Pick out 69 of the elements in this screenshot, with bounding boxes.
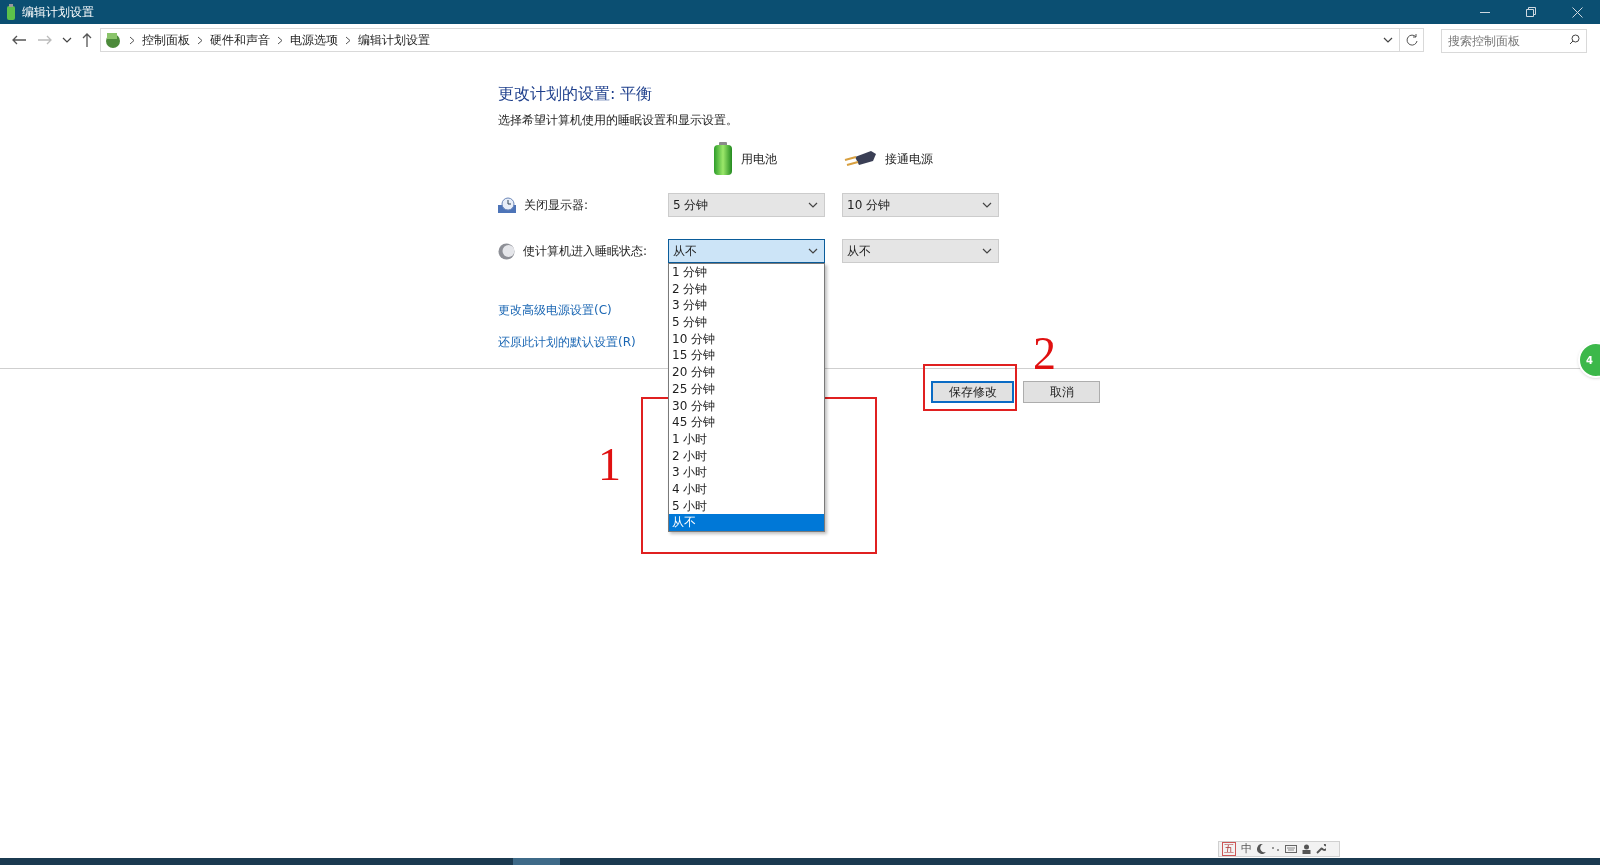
refresh-icon [1405,34,1418,46]
column-header: 接通电源 [885,151,933,168]
breadcrumb-separator-icon [345,35,351,45]
page-heading: 更改计划的设置: 平衡 [498,83,654,105]
dropdown-option[interactable]: 25 分钟 [669,380,824,398]
dropdown-option[interactable]: 30 分钟 [669,397,824,415]
moon-icon[interactable] [1257,844,1266,854]
breadcrumb-separator-icon [129,35,135,45]
breadcrumb-item[interactable]: 编辑计划设置 [358,31,430,49]
dropdown-option[interactable]: 10 分钟 [669,330,824,348]
setting-label: 关闭显示器: [524,197,589,214]
breadcrumb-item[interactable]: 硬件和声音 [210,31,270,49]
person-icon[interactable] [1302,844,1311,854]
back-arrow-icon [12,35,26,45]
dropdown-option[interactable]: 5 分钟 [669,314,824,331]
cancel-button[interactable]: 取消 [1023,381,1100,403]
keyboard-icon[interactable] [1285,845,1297,853]
dropdown-select[interactable]: 从不 [668,239,825,263]
dropdown-option[interactable]: 1 小时 [669,430,824,448]
breadcrumb-item[interactable]: 电源选项 [290,31,338,49]
battery-app-icon [6,4,16,20]
dropdown-option[interactable]: 2 分钟 [669,280,824,298]
ime-language-indicator[interactable]: 中 [1241,843,1252,855]
up-arrow-icon [82,33,92,47]
dropdown-option[interactable]: 45 分钟 [669,414,824,431]
advanced-settings-link[interactable]: 更改高级电源设置(C) [498,302,612,318]
monitor-clock-icon [498,197,516,213]
window-title: 编辑计划设置 [22,4,94,21]
dropdown-select[interactable]: 10 分钟 [842,193,999,217]
dropdown-option[interactable]: 4 小时 [669,480,824,498]
dropdown-option[interactable]: 20 分钟 [669,364,824,381]
dropdown-option[interactable]: 2 小时 [669,447,824,465]
refresh-button[interactable] [1400,28,1424,52]
dropdown-option[interactable]: 15 分钟 [669,347,824,365]
restore-defaults-link[interactable]: 还原此计划的默认设置(R) [498,334,636,350]
chevron-down-icon [808,202,818,208]
battery-icon [713,142,733,176]
chevron-down-icon [982,248,992,254]
breadcrumb-separator-icon [277,35,283,45]
column-header: 用电池 [741,151,777,168]
save-button[interactable]: 保存修改 [931,381,1014,403]
dropdown-select[interactable]: 5 分钟 [668,193,825,217]
dropdown-option[interactable]: 从不 [669,514,824,531]
moon-icon [498,242,515,260]
forward-arrow-icon [38,35,52,45]
close-icon [1571,6,1583,18]
control-panel-icon [104,31,122,49]
address-bar[interactable]: 控制面板 硬件和声音 电源选项 编辑计划设置 [100,28,1400,52]
chevron-down-icon [62,37,72,43]
breadcrumb-separator-icon [197,35,203,45]
plug-icon [843,149,877,169]
search-icon [1569,34,1580,45]
annotation-number: 2 [1033,336,1056,372]
breadcrumb-item[interactable]: 控制面板 [142,31,190,49]
chevron-down-icon [1383,37,1393,43]
dropdown-option[interactable]: 3 分钟 [669,297,824,315]
chevron-down-icon [982,202,992,208]
dropdown-option[interactable]: 1 分钟 [669,264,824,281]
minimize-icon [1480,11,1490,13]
dropdown-option[interactable]: 5 小时 [669,497,824,515]
restore-icon [1526,7,1536,17]
dropdown-select[interactable]: 从不 [842,239,999,263]
annotation-number: 1 [598,442,621,488]
chevron-down-icon [808,248,818,254]
setting-label: 使计算机进入睡眠状态: [523,243,648,260]
ime-mode-indicator[interactable]: 五 [1222,842,1236,856]
dropdown-option[interactable]: 3 小时 [669,464,824,481]
description-text: 选择希望计算机使用的睡眠设置和显示设置。 [498,112,739,128]
search-field[interactable]: 搜索控制面板 [1441,29,1587,53]
